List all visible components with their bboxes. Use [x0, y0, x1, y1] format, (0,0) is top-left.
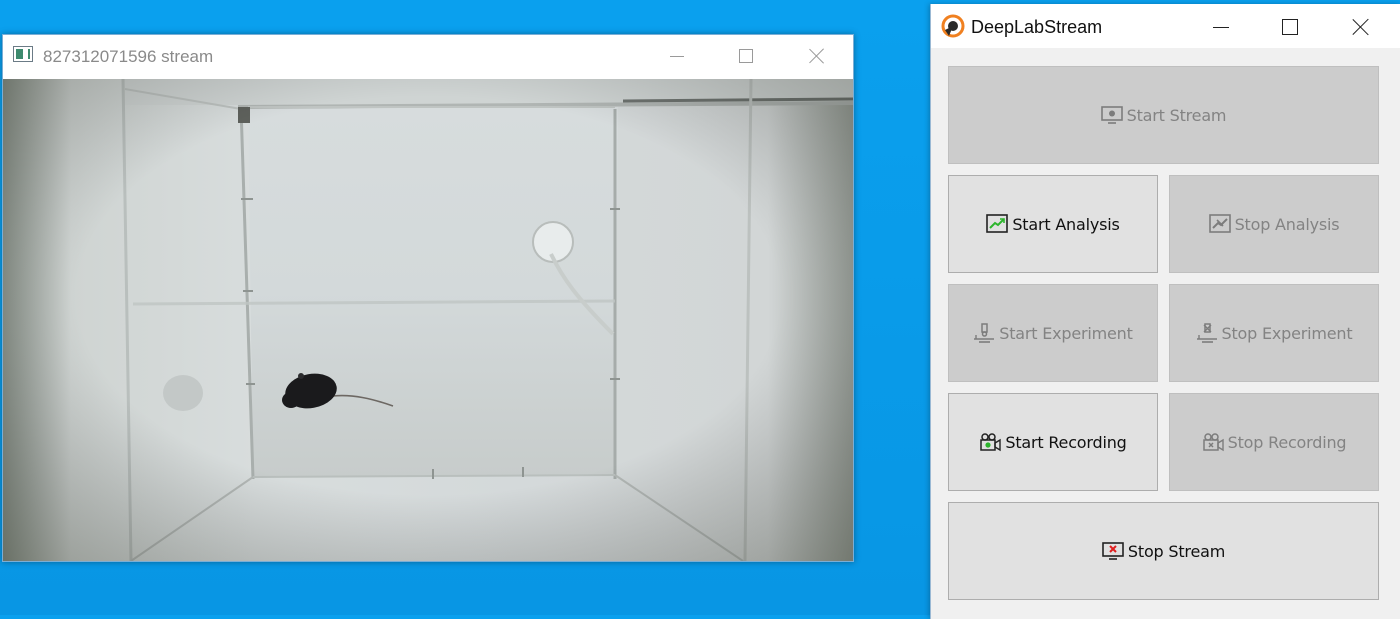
close-button[interactable] [789, 41, 845, 71]
stream-window-title: 827312071596 stream [43, 47, 214, 66]
stop-recording-button[interactable]: Stop Recording [1169, 393, 1379, 491]
maximize-button[interactable] [718, 41, 774, 71]
chart-icon [1208, 214, 1231, 233]
panel-window-title: DeepLabStream [971, 17, 1103, 37]
start-experiment-label: Start Experiment [999, 323, 1133, 343]
microscope-icon [1196, 323, 1217, 343]
stop-analysis-label: Stop Analysis [1234, 214, 1340, 234]
window-app-icon [13, 46, 33, 62]
close-icon [1353, 19, 1369, 35]
chart-icon [986, 214, 1009, 233]
deeplabstream-logo-icon [941, 14, 965, 38]
start-analysis-label: Start Analysis [1012, 214, 1120, 234]
microscope-icon [974, 323, 995, 343]
panel-minimize-button[interactable] [1193, 12, 1249, 42]
start-stream-label: Start Stream [1126, 105, 1227, 125]
stop-recording-label: Stop Recording [1227, 432, 1347, 452]
stop-stream-label: Stop Stream [1127, 541, 1226, 561]
stream-titlebar[interactable]: 827312071596 stream [3, 35, 853, 79]
panel-close-button[interactable] [1333, 12, 1389, 42]
stop-stream-button[interactable]: Stop Stream [948, 502, 1379, 600]
stream-window: 827312071596 stream [2, 34, 854, 562]
minimize-icon [1213, 26, 1229, 28]
camera-icon [980, 433, 1002, 452]
camera-icon [1202, 433, 1224, 452]
start-stream-button[interactable]: Start Stream [948, 66, 1379, 164]
start-recording-label: Start Recording [1005, 432, 1127, 452]
stop-analysis-button[interactable]: Stop Analysis [1169, 175, 1379, 273]
start-analysis-button[interactable]: Start Analysis [948, 175, 1158, 273]
minimize-button[interactable] [649, 41, 705, 71]
close-icon [809, 48, 825, 64]
control-panel-window: DeepLabStream Start Stream Start Analysi… [930, 4, 1400, 619]
monitor-stop-icon [1102, 542, 1124, 560]
maximize-icon [739, 49, 753, 63]
stop-experiment-label: Stop Experiment [1221, 323, 1353, 343]
start-recording-button[interactable]: Start Recording [948, 393, 1158, 491]
start-experiment-button[interactable]: Start Experiment [948, 284, 1158, 382]
panel-maximize-button[interactable] [1262, 12, 1318, 42]
panel-titlebar[interactable]: DeepLabStream [931, 4, 1400, 48]
stop-experiment-button[interactable]: Stop Experiment [1169, 284, 1379, 382]
minimize-icon [670, 55, 684, 57]
monitor-icon [1100, 106, 1123, 124]
video-frame [3, 79, 853, 561]
maximize-icon [1282, 19, 1298, 35]
